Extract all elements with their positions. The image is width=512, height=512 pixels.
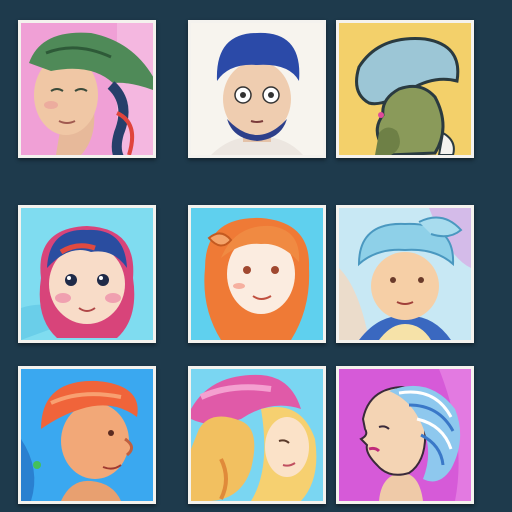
- portrait-blue-bun-image: [339, 208, 471, 340]
- gallery-tile-1[interactable]: [18, 20, 156, 158]
- portrait-orange-profile-image: [21, 369, 153, 501]
- gallery-tile-3[interactable]: [336, 20, 474, 158]
- profile-blue-striped-image: [339, 369, 471, 501]
- gallery-tile-2[interactable]: [188, 20, 326, 158]
- gallery-tile-5[interactable]: [188, 205, 326, 343]
- portrait-gallery-grid: [0, 0, 512, 512]
- gallery-tile-6[interactable]: [336, 205, 474, 343]
- portrait-green-hat-image: [21, 23, 153, 155]
- portrait-girl-image: [21, 208, 153, 340]
- portrait-orange-hair-image: [191, 208, 323, 340]
- portrait-blue-hair-image: [191, 23, 323, 155]
- gallery-tile-8[interactable]: [188, 366, 326, 504]
- gallery-tile-7[interactable]: [18, 366, 156, 504]
- portrait-pink-blonde-image: [191, 369, 323, 501]
- gallery-tile-4[interactable]: [18, 205, 156, 343]
- gallery-tile-9[interactable]: [336, 366, 474, 504]
- abstract-figure-image: [339, 23, 471, 155]
